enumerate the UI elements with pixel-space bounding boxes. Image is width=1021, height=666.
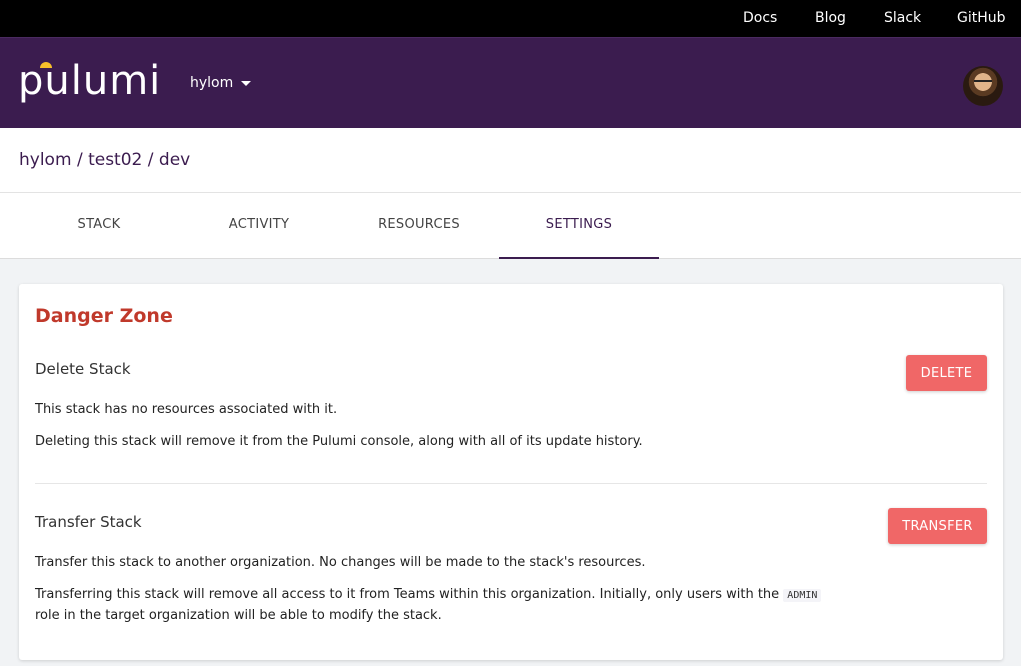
- github-link[interactable]: GitHub: [957, 10, 1006, 27]
- app-header: pulumi hylom: [0, 37, 1021, 128]
- delete-warning-text: Deleting this stack will remove it from …: [35, 434, 643, 449]
- transfer-warning-text: Transferring this stack will remove all …: [35, 585, 835, 626]
- transfer-warning-part1: Transferring this stack will remove all …: [35, 587, 780, 602]
- danger-zone-card: Danger Zone Delete Stack DELETE This sta…: [19, 284, 1003, 660]
- org-selector[interactable]: hylom: [190, 75, 252, 92]
- tab-activity[interactable]: ACTIVITY: [179, 193, 339, 259]
- admin-role-code: ADMIN: [783, 589, 822, 602]
- delete-info-text: This stack has no resources associated w…: [35, 402, 338, 417]
- docs-link[interactable]: Docs: [743, 10, 777, 27]
- danger-zone-title: Danger Zone: [35, 305, 173, 327]
- avatar[interactable]: [963, 66, 1003, 106]
- stack-tabs: STACK ACTIVITY RESOURCES SETTINGS: [0, 193, 1021, 259]
- tab-settings[interactable]: SETTINGS: [499, 193, 659, 259]
- top-nav: Docs Blog Slack GitHub: [0, 0, 1021, 37]
- breadcrumb-org[interactable]: hylom: [19, 150, 72, 170]
- breadcrumb: hylom / test02 / dev: [19, 150, 190, 171]
- slack-link[interactable]: Slack: [884, 10, 921, 27]
- logo-mark-icon: [40, 62, 52, 68]
- breadcrumb-project[interactable]: test02: [88, 150, 142, 170]
- breadcrumb-separator: /: [76, 150, 83, 170]
- blog-link[interactable]: Blog: [815, 10, 846, 27]
- chevron-down-icon: [241, 81, 252, 86]
- breadcrumb-bar: hylom / test02 / dev: [0, 128, 1021, 193]
- tab-stack[interactable]: STACK: [19, 193, 179, 259]
- avatar-image-icon: [974, 80, 992, 85]
- breadcrumb-separator: /: [147, 150, 154, 170]
- delete-button[interactable]: DELETE: [906, 355, 987, 391]
- breadcrumb-stack[interactable]: dev: [159, 150, 190, 170]
- delete-stack-title: Delete Stack: [35, 360, 131, 378]
- section-divider: [35, 483, 987, 484]
- transfer-button[interactable]: TRANSFER: [888, 508, 987, 544]
- org-name: hylom: [190, 75, 234, 91]
- transfer-stack-title: Transfer Stack: [35, 513, 142, 531]
- transfer-info-text: Transfer this stack to another organizat…: [35, 555, 646, 570]
- tab-resources[interactable]: RESOURCES: [339, 193, 499, 259]
- logo-text: pulumi: [18, 58, 162, 104]
- transfer-warning-part2: role in the target organization will be …: [35, 608, 442, 623]
